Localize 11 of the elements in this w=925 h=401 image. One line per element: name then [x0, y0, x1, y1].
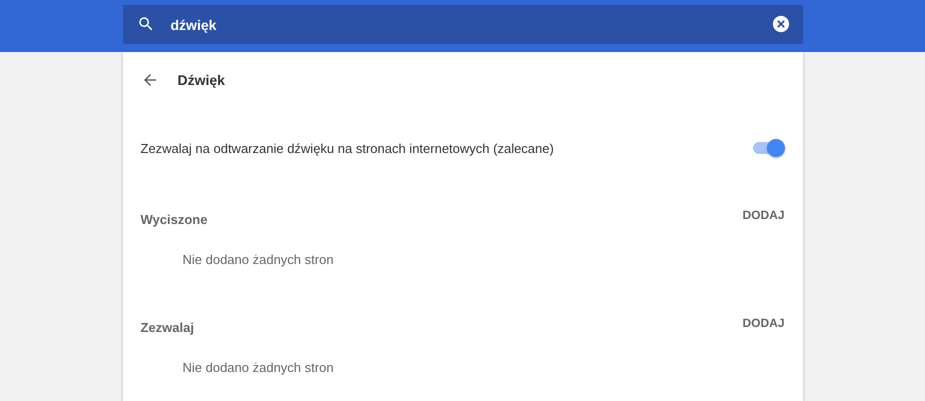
empty-message: Nie dodano żadnych stron [182, 359, 335, 377]
add-button[interactable]: DODAJ [742, 204, 784, 226]
setting-label: Zezwalaj na odtwarzanie dźwięku na stronach internetowych (zalecane) [140, 140, 554, 156]
empty-message: Nie dodano żadnych stron [182, 251, 335, 269]
clear-icon[interactable] [772, 15, 790, 33]
search-field[interactable]: dźwięk [122, 5, 802, 44]
section-title: Wyciszone [140, 212, 208, 226]
add-button[interactable]: DODAJ [742, 312, 784, 334]
section-title: Zezwalaj [140, 320, 194, 334]
toggle-switch[interactable] [750, 138, 784, 158]
page-title: Dźwięk [178, 72, 225, 88]
